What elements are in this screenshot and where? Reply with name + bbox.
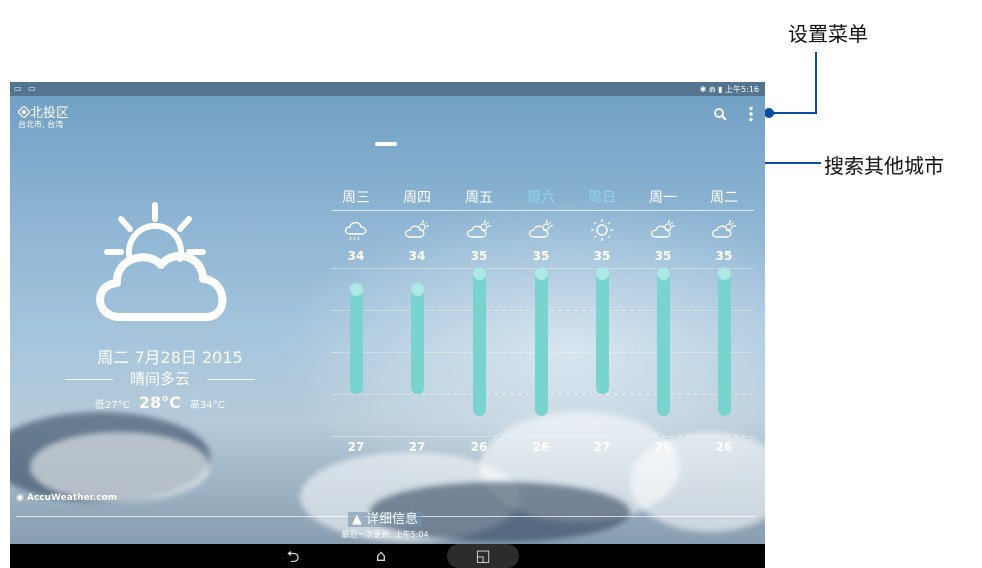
partly-sunny-icon xyxy=(465,218,511,244)
today-condition-row: 晴间多云 xyxy=(65,368,255,388)
divider xyxy=(207,379,255,380)
back-button[interactable]: ⮌ xyxy=(278,546,308,568)
bar-cap xyxy=(473,267,486,280)
weather-app-screen: ▭ ▭ ✱ ⋒ ▮ 上午5:16 北投区 台北市, 台湾 周二 7月28日 20… xyxy=(10,82,765,568)
settings-callout-dot xyxy=(764,108,774,118)
forecast-day-label: 周四 xyxy=(403,190,431,206)
status-bar: ▭ ▭ ✱ ⋒ ▮ 上午5:16 xyxy=(10,82,765,96)
details-button[interactable]: ▲ 详细信息 xyxy=(295,508,475,527)
temperature-range-bar xyxy=(411,283,424,394)
settings-menu-callout: 设置菜单 xyxy=(788,22,868,46)
low-temp: 27°C xyxy=(105,400,130,411)
bar-cap xyxy=(411,283,424,296)
bar-cap xyxy=(596,267,609,280)
forecast-high: 35 xyxy=(470,249,488,263)
forecast-day-label: 周一 xyxy=(649,190,677,206)
location-target-icon xyxy=(17,105,31,119)
forecast-high: 35 xyxy=(715,249,733,263)
bar-cap xyxy=(350,283,363,296)
settings-callout-line-h xyxy=(770,112,817,114)
bar-cap xyxy=(657,267,670,280)
temperature-range-bar xyxy=(657,267,670,416)
forecast-high: 35 xyxy=(532,249,550,263)
partly-sunny-icon xyxy=(710,218,756,244)
forecast-low: 27 xyxy=(408,440,426,454)
temperature-range-bar xyxy=(473,267,486,416)
forecast-day-label: 周六 xyxy=(527,190,555,206)
today-temperatures: 低27°C 28°C 高34°C xyxy=(95,393,225,412)
sun-behind-cloud-icon xyxy=(96,202,227,321)
details-label: ▲ 详细信息 xyxy=(347,512,423,527)
forecast-low: 26 xyxy=(470,440,488,454)
cloud-scenery xyxy=(30,432,210,502)
partly-sunny-icon xyxy=(649,218,695,244)
home-icon: ⌂ xyxy=(375,546,387,565)
forecast-day-label: 周日 xyxy=(588,190,616,206)
forecast-low: 26 xyxy=(532,440,550,454)
last-updated: 最近一次更新: 上午5:04 xyxy=(341,530,429,539)
overflow-menu-button[interactable] xyxy=(748,106,754,126)
high-label: 高 xyxy=(189,400,200,411)
bar-cap xyxy=(718,267,731,280)
sun-icon xyxy=(588,218,634,244)
forecast-low: 27 xyxy=(593,440,611,454)
partly-sunny-icon xyxy=(403,218,449,244)
forecast-low: 26 xyxy=(654,440,672,454)
drawer-handle[interactable] xyxy=(375,142,397,146)
forecast-day-label: 周五 xyxy=(465,190,493,206)
recents-button[interactable]: ◱ xyxy=(468,546,498,565)
overflow-menu-icon xyxy=(749,106,753,122)
forecast-day-label: 周三 xyxy=(342,190,370,206)
temperature-range-bar xyxy=(535,267,548,416)
notification-icons: ▭ ▭ xyxy=(14,84,38,93)
low-label: 低 xyxy=(95,400,105,411)
accuweather-logo[interactable]: ◉ AccuWeather.com xyxy=(16,493,117,503)
cloud-rain-icon xyxy=(342,218,388,244)
forecast-high: 34 xyxy=(347,249,365,263)
forecast-high: 35 xyxy=(593,249,611,263)
bar-cap xyxy=(535,267,548,280)
search-cities-callout: 搜索其他城市 xyxy=(824,154,944,178)
forecast-high: 35 xyxy=(654,249,672,263)
temperature-range-bar xyxy=(596,267,609,394)
today-date: 周二 7月28日 2015 xyxy=(97,348,243,367)
home-button[interactable]: ⌂ xyxy=(366,546,396,565)
temperature-range-bar xyxy=(350,283,363,394)
location-subtitle: 台北市, 台湾 xyxy=(18,120,64,129)
temperature-range-bar xyxy=(718,267,731,416)
search-button[interactable] xyxy=(714,108,727,125)
forecast-high: 34 xyxy=(408,249,426,263)
grid-line xyxy=(332,436,754,437)
high-temp: 34°C xyxy=(199,400,225,411)
back-icon: ⮌ xyxy=(286,547,300,566)
current-temp: 28°C xyxy=(138,393,181,412)
forecast-header-divider xyxy=(332,210,754,211)
forecast-low: 26 xyxy=(715,440,733,454)
partly-sunny-icon xyxy=(527,218,573,244)
forecast-low: 27 xyxy=(347,440,365,454)
forecast-day-label: 周二 xyxy=(710,190,738,206)
search-icon xyxy=(714,108,727,121)
settings-callout-line-v xyxy=(815,52,817,114)
status-clock: ✱ ⋒ ▮ 上午5:16 xyxy=(699,85,759,94)
recents-icon: ◱ xyxy=(475,546,491,565)
